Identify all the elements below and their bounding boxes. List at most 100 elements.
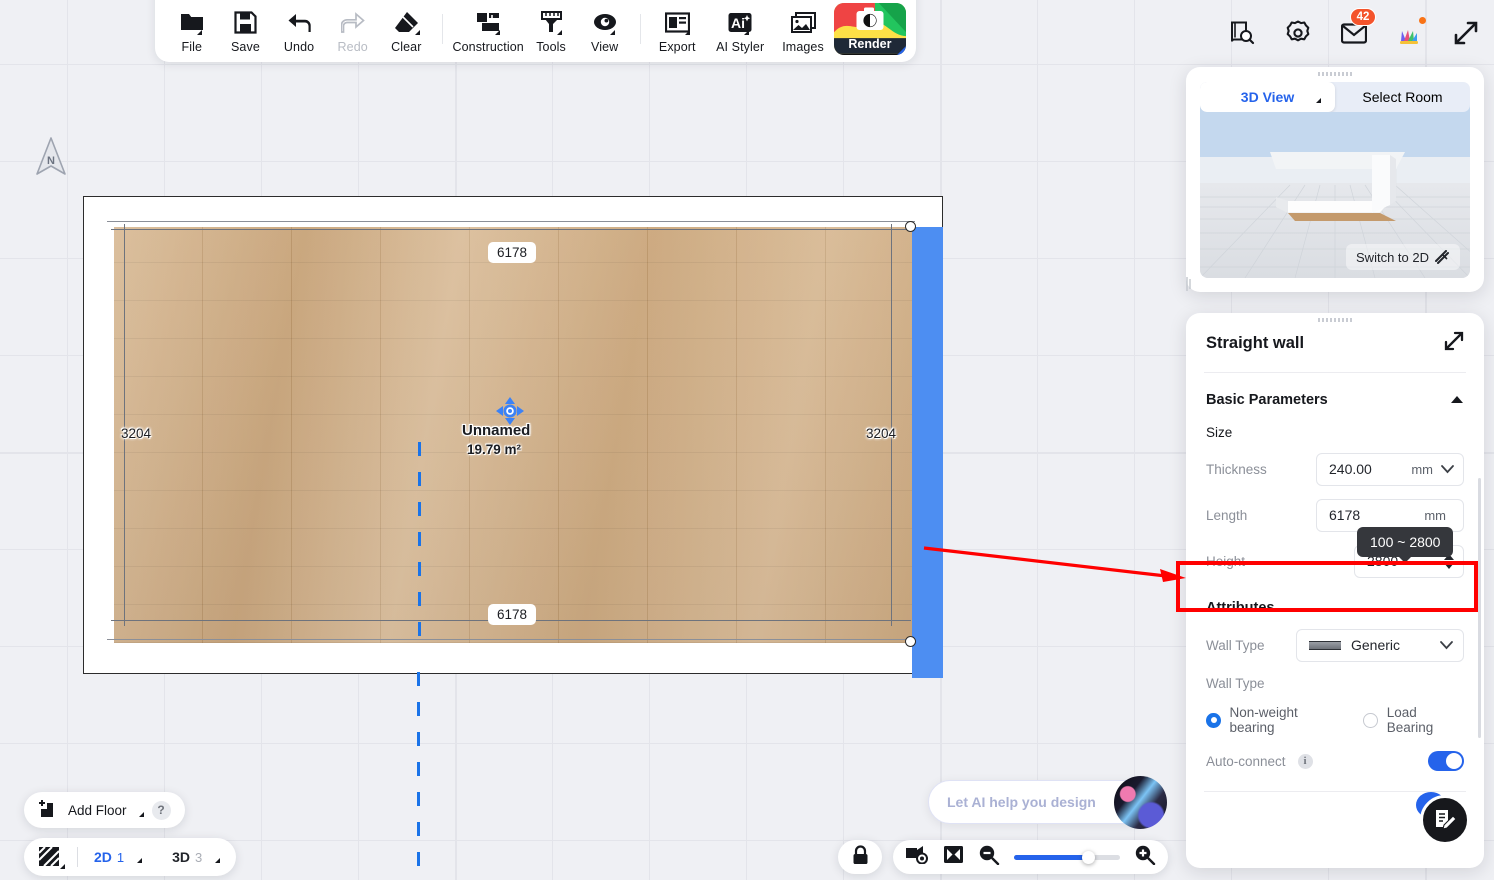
- height-decrement-icon[interactable]: [1444, 562, 1454, 569]
- length-label: Length: [1206, 507, 1248, 523]
- eraser-icon: [394, 9, 420, 35]
- switch-to-2d-label: Switch to 2D: [1356, 249, 1429, 265]
- wall-type-secondary-label: Wall Type: [1206, 676, 1265, 691]
- camera-view-icon[interactable]: [905, 845, 929, 869]
- auto-connect-toggle[interactable]: [1428, 751, 1464, 771]
- size-label: Size: [1206, 425, 1233, 440]
- wall-pattern-swatch: [1309, 640, 1341, 650]
- color-fan-icon[interactable]: [1382, 0, 1438, 66]
- dim-guide-left: [124, 224, 125, 626]
- ai-input-placeholder: Let AI help you design: [947, 794, 1096, 810]
- auto-connect-label: Auto-connect: [1206, 753, 1286, 769]
- properties-scrollbar[interactable]: [1478, 478, 1481, 738]
- add-floor-label: Add Floor: [68, 802, 127, 818]
- dimension-label-top[interactable]: 6178: [488, 242, 537, 263]
- lock-control[interactable]: [838, 840, 882, 874]
- notification-dot: [1419, 17, 1426, 24]
- dimension-label-right[interactable]: 3204: [866, 426, 896, 441]
- toolbar-item-images[interactable]: Images: [776, 9, 830, 56]
- radio-non-weight-bearing[interactable]: [1206, 712, 1221, 728]
- room-name-label[interactable]: Unnamed: [462, 422, 530, 439]
- toolbar-item-construction[interactable]: Construction: [452, 9, 524, 56]
- view-3d-button[interactable]: 3D 3: [172, 849, 221, 865]
- collapse-basic-parameters-icon[interactable]: [1450, 391, 1464, 409]
- toolbar-item-file[interactable]: File: [165, 9, 219, 56]
- wall-bearing-radio-group: Non-weight bearing Load Bearing: [1186, 691, 1484, 735]
- dimension-label-left[interactable]: 3204: [121, 426, 151, 441]
- view-2d-button[interactable]: 2D 1: [94, 849, 143, 865]
- tab-3d-view[interactable]: 3D View: [1200, 82, 1335, 112]
- undo-arrow-icon: [287, 9, 311, 35]
- dimension-label-bottom[interactable]: 6178: [488, 604, 537, 625]
- radio-load-bearing-label: Load Bearing: [1386, 705, 1434, 735]
- toolbar-item-save[interactable]: Save: [219, 9, 273, 56]
- length-unit: mm: [1424, 507, 1446, 523]
- toolbar-label: Tools: [536, 40, 566, 54]
- panel-drag-handle[interactable]: [1318, 72, 1352, 76]
- attributes-title: Attributes: [1206, 600, 1275, 616]
- view-preview-panel: Switch to 2D 3D View Select Room: [1186, 67, 1484, 292]
- view-switch-bar: 2D 1 3D 3: [24, 838, 237, 876]
- toolbar-item-clear[interactable]: Clear: [380, 9, 434, 56]
- thickness-input[interactable]: 240.00 mm: [1316, 452, 1464, 486]
- wall-type-row: Wall Type Generic: [1186, 616, 1484, 662]
- wall-node-handle[interactable]: [905, 221, 916, 232]
- add-floor-caret[interactable]: [135, 802, 144, 818]
- radio-load-bearing[interactable]: [1363, 712, 1378, 728]
- panel-collapse-handle[interactable]: [1186, 276, 1198, 292]
- toolbar-item-export[interactable]: Export: [650, 9, 704, 56]
- zoom-out-icon[interactable]: [978, 844, 1000, 870]
- dim-guide-top: [111, 229, 911, 230]
- layer-pattern-icon[interactable]: [38, 846, 65, 869]
- render-button[interactable]: Render: [833, 3, 906, 55]
- toolbar-item-view[interactable]: View: [578, 9, 632, 56]
- gear-icon[interactable]: [1270, 0, 1326, 66]
- topright-icon-bar: 42: [1214, 0, 1494, 66]
- close-icon[interactable]: ✕: [1462, 792, 1474, 806]
- switch-to-2d-button[interactable]: Switch to 2D: [1346, 244, 1460, 270]
- wall-type-select[interactable]: Generic: [1296, 628, 1464, 662]
- room-area-label: 19.79 m²: [467, 442, 522, 457]
- info-icon[interactable]: i: [1297, 753, 1313, 769]
- mail-icon[interactable]: 42: [1326, 0, 1382, 66]
- zoom-slider[interactable]: [1014, 850, 1120, 864]
- toolbar-item-ai-styler[interactable]: Ai AI Styler: [704, 9, 776, 56]
- ai-assistant-bar[interactable]: Let AI help you design: [928, 776, 1167, 829]
- expand-properties-icon[interactable]: [1444, 331, 1464, 356]
- wall-properties-panel: Straight wall Basic Parameters Size Thic…: [1186, 313, 1484, 868]
- expand-diagonal-icon[interactable]: [1438, 0, 1494, 66]
- help-icon[interactable]: ?: [151, 800, 171, 820]
- floorplan-room[interactable]: 6178 6178 3204 3204 Unnamed 19.79 m²: [83, 196, 943, 678]
- toolbar-item-redo[interactable]: Redo: [326, 9, 380, 56]
- book-search-icon[interactable]: [1214, 0, 1270, 66]
- 3d-preview-viewport[interactable]: Switch to 2D: [1200, 97, 1470, 278]
- thickness-value: 240.00: [1329, 461, 1372, 477]
- toolbar-item-undo[interactable]: Undo: [272, 9, 326, 56]
- fit-screen-icon[interactable]: [943, 845, 964, 869]
- view-2d-count: 1: [116, 849, 125, 865]
- add-floor-control[interactable]: Add Floor ?: [24, 792, 185, 828]
- zoom-slider-handle[interactable]: [1082, 850, 1095, 864]
- images-icon: [790, 9, 816, 35]
- dim-guide-top-outer: [107, 221, 915, 222]
- auto-connect-row: Auto-connect i: [1186, 735, 1484, 773]
- ai-orb-icon[interactable]: [1114, 776, 1167, 829]
- properties-title: Straight wall: [1206, 334, 1305, 352]
- lock-icon[interactable]: [852, 844, 869, 870]
- tab-select-room-label: Select Room: [1362, 89, 1443, 105]
- view-3d-count: 3: [195, 849, 203, 865]
- toolbar-label: Redo: [337, 40, 368, 54]
- toolbar-divider: [442, 14, 444, 44]
- tab-3d-view-label: 3D View: [1240, 89, 1295, 105]
- properties-drag-handle[interactable]: [1318, 318, 1352, 322]
- wall-type-label: Wall Type: [1206, 637, 1265, 653]
- view-mode-tabs: 3D View Select Room: [1200, 82, 1470, 112]
- radio-non-weight-bearing-label: Non-weight bearing: [1229, 705, 1298, 735]
- selected-wall-highlight[interactable]: [912, 227, 943, 678]
- zoom-in-icon[interactable]: [1134, 844, 1156, 870]
- tab-select-room[interactable]: Select Room: [1335, 82, 1470, 112]
- wall-node-handle[interactable]: [905, 636, 916, 647]
- mail-badge-count: 42: [1350, 8, 1376, 26]
- toolbar-item-tools[interactable]: Tools: [524, 9, 578, 56]
- length-value: 6178: [1329, 507, 1361, 523]
